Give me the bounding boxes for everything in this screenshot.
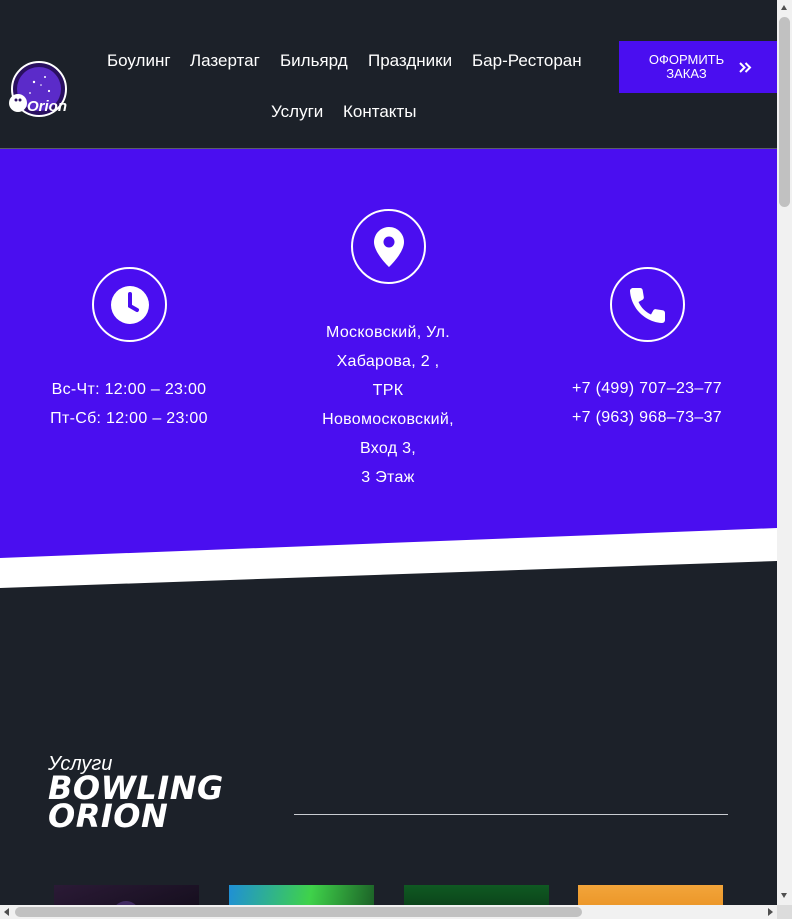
double-chevron-right-icon	[738, 61, 752, 73]
opening-hours: Вс-Чт: 12:00 – 23:00 Пт-Сб: 12:00 – 23:0…	[29, 375, 229, 433]
address-line: Хабарова, 2 ,	[336, 353, 440, 370]
address-line: Вход 3,	[359, 440, 417, 457]
contacts-section: Вс-Чт: 12:00 – 23:00 Пт-Сб: 12:00 – 23:0…	[0, 149, 777, 569]
nav-item-bar-restaurant[interactable]: Бар-Ресторан	[472, 51, 582, 71]
phone-link[interactable]: +7 (963) 968–73–37	[547, 403, 747, 432]
address: Московский, Ул. Хабарова, 2 , ТРК Новомо…	[288, 318, 488, 492]
scroll-up-icon[interactable]	[781, 5, 787, 10]
horizontal-scroll-thumb[interactable]	[15, 907, 582, 917]
phone-numbers: +7 (499) 707–23–77 +7 (963) 968–73–37	[547, 374, 747, 432]
services-title: BOWLING ORION	[48, 772, 224, 832]
orion-logo[interactable]: Orion	[5, 57, 69, 123]
order-button[interactable]: ОФОРМИТЬ ЗАКАЗ	[619, 41, 777, 93]
hours-line: Вс-Чт: 12:00 – 23:00	[51, 381, 207, 398]
scrollbar-corner	[777, 905, 792, 919]
address-line: Новомосковский,	[322, 411, 454, 428]
nav-item-lasertag[interactable]: Лазертаг	[190, 51, 260, 71]
vertical-scroll-thumb[interactable]	[779, 17, 790, 207]
phone-icon	[610, 267, 685, 342]
map-pin-icon	[351, 209, 426, 284]
clock-icon	[92, 267, 167, 342]
nav-item-holidays[interactable]: Праздники	[368, 51, 452, 71]
address-line: ТРК	[372, 382, 404, 399]
site-header: Orion Боулинг Лазертаг Бильярд Праздники…	[0, 0, 777, 149]
scroll-left-icon[interactable]	[4, 908, 9, 916]
address-line: 3 Этаж	[361, 469, 415, 486]
section-divider-line	[294, 814, 728, 815]
nav-item-bowling[interactable]: Боулинг	[107, 51, 171, 71]
scroll-right-icon[interactable]	[768, 908, 773, 916]
scroll-down-icon[interactable]	[781, 893, 787, 898]
slanted-divider	[0, 528, 777, 590]
nav-item-contacts[interactable]: Контакты	[343, 102, 416, 122]
address-line: Московский, Ул.	[326, 324, 450, 341]
horizontal-scrollbar[interactable]	[0, 905, 777, 919]
svg-text:Orion: Orion	[27, 98, 67, 115]
hours-line: Пт-Сб: 12:00 – 23:00	[50, 410, 208, 427]
order-button-label: ОФОРМИТЬ ЗАКАЗ	[648, 52, 725, 81]
phone-link[interactable]: +7 (499) 707–23–77	[547, 374, 747, 403]
nav-item-billiards[interactable]: Бильярд	[280, 51, 348, 71]
vertical-scrollbar[interactable]	[777, 0, 792, 905]
nav-item-services[interactable]: Услуги	[271, 102, 323, 122]
